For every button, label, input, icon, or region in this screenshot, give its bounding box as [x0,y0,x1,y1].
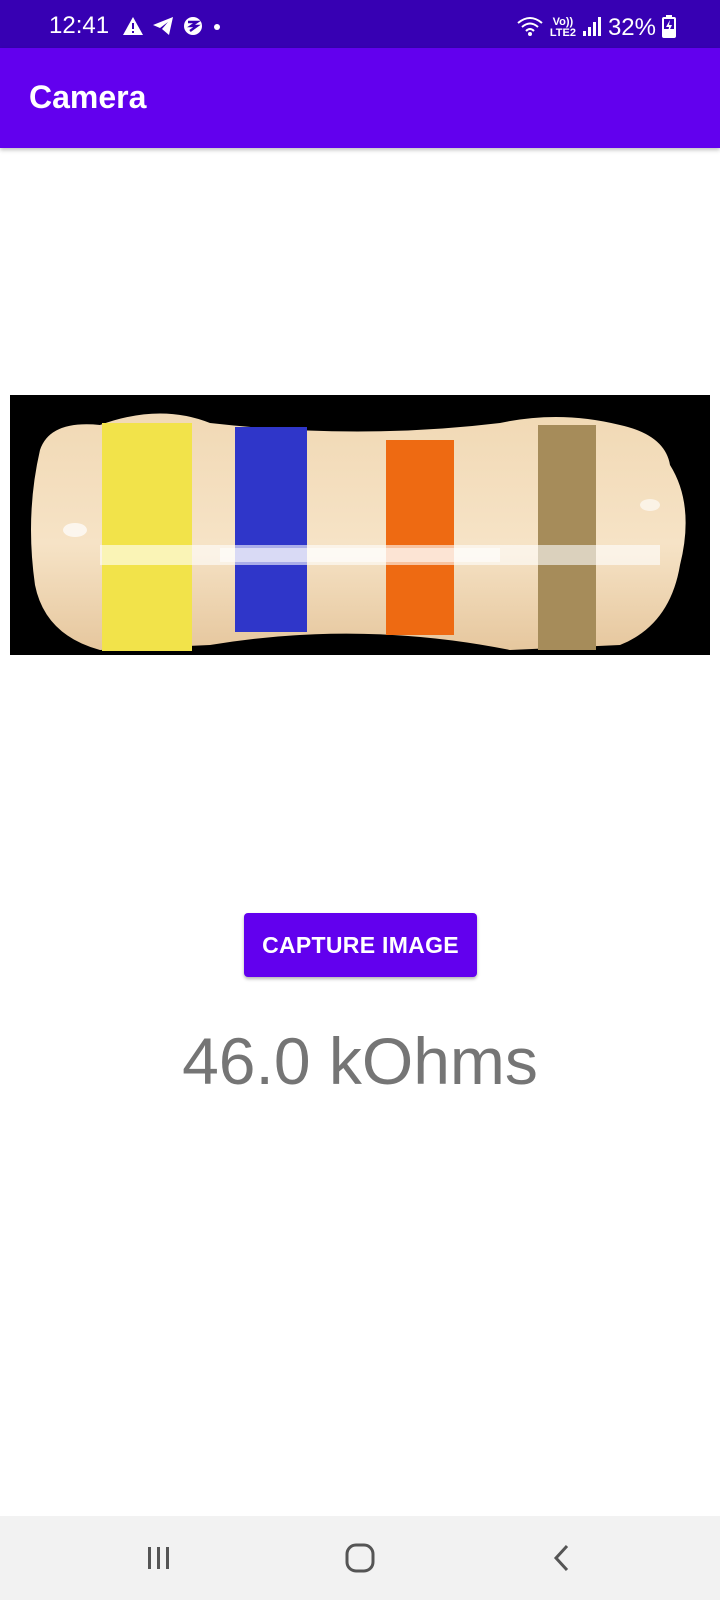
navigation-bar [0,1516,720,1600]
capture-image-button[interactable]: CAPTURE IMAGE [244,913,477,977]
wifi-icon [516,15,544,42]
battery-percent: 32% [607,14,656,41]
resistor-illustration [10,395,710,655]
band-3 [386,440,454,635]
status-time: 12:41 [49,12,110,39]
alert-icon [122,16,144,41]
status-bar: 12:41 Vo)) LTE2 32% [0,0,720,48]
band-2 [235,427,307,632]
recents-icon[interactable] [137,1536,181,1580]
app-title: Camera [29,79,147,115]
home-icon[interactable] [338,1536,382,1580]
signal-icon [582,15,602,42]
battery-charging-icon [662,14,676,43]
back-icon[interactable] [540,1536,584,1580]
telegram-icon [152,16,174,41]
dot-icon [212,16,222,41]
system-icons: Vo)) LTE2 32% [516,14,676,42]
captured-resistor-image [10,395,710,655]
volte-lte2-icon: Vo)) LTE2 [549,16,576,39]
app-bar: Camera [0,48,720,148]
band-4 [538,425,596,650]
resistance-result: 46.0 kOhms [182,1024,538,1098]
band-1 [102,423,192,651]
notification-icons [122,16,222,41]
app-icon [182,16,204,41]
